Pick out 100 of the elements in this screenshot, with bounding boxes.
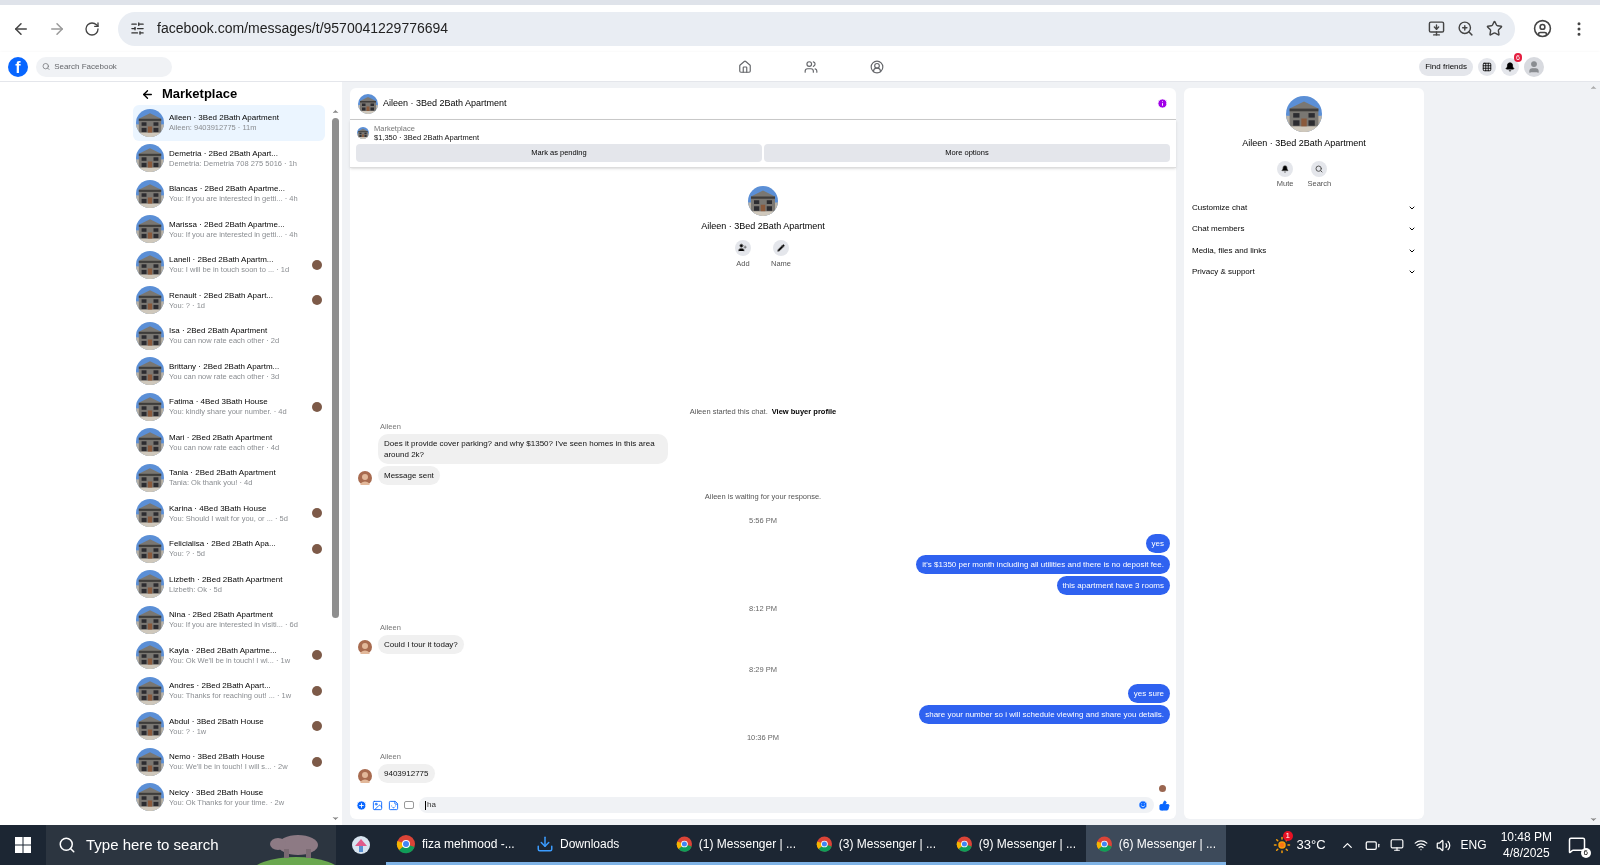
message-field[interactable]: ha xyxy=(419,797,1154,813)
bookmark-icon[interactable] xyxy=(1486,20,1503,37)
taskbar-app[interactable]: Downloads xyxy=(526,825,666,865)
seen-avatar-icon xyxy=(312,543,322,554)
conversation-title: Mari · 2Bed 2Bath Apartment xyxy=(169,431,273,443)
conversation-title: Nemo · 3Bed 2Bath House xyxy=(169,751,265,763)
conversation-title: Fatima · 4Bed 3Bath House xyxy=(169,396,268,408)
volume-icon[interactable] xyxy=(1435,837,1451,853)
pencil-icon xyxy=(777,243,785,252)
details-section[interactable]: Privacy & support xyxy=(1192,261,1416,283)
browser-icon xyxy=(396,833,416,854)
incoming-message: Could I tour it today? xyxy=(378,635,464,655)
browser-icon xyxy=(1096,833,1113,854)
taskbar-search-field[interactable]: Type here to search xyxy=(46,825,336,865)
conversation-title: Neicy · 3Bed 2Bath House xyxy=(169,786,264,798)
search-icon xyxy=(58,836,76,854)
conversation-title: Brittany · 2Bed 2Bath Apartm... xyxy=(169,360,280,372)
seen-avatar-icon xyxy=(312,650,322,661)
back-icon[interactable] xyxy=(141,87,154,101)
browser-icon xyxy=(676,833,693,854)
site-settings-icon[interactable] xyxy=(130,21,145,36)
outgoing-message: this apartment have 3 rooms xyxy=(1056,575,1170,595)
search-input[interactable]: Search Facebook xyxy=(54,60,166,73)
address-bar[interactable]: facebook.com/messages/t/9570041229776694 xyxy=(118,11,1515,46)
conversation-title: Lizbeth · 2Bed 2Bath Apartment xyxy=(169,573,283,585)
zoom-icon[interactable] xyxy=(1457,20,1474,37)
wifi-icon[interactable] xyxy=(1413,838,1428,852)
conversation-title: Renault · 2Bed 2Bath Apart... xyxy=(169,289,274,301)
browser-icon xyxy=(816,833,833,854)
conversation-title: Lanell · 2Bed 2Bath Apartm... xyxy=(169,254,274,266)
taskbar-app[interactable]: (1) Messenger | ... xyxy=(666,825,806,865)
grid-icon xyxy=(1482,61,1492,72)
info-icon[interactable] xyxy=(1157,98,1168,109)
incoming-message: Does it provide cover parking? and why $1350? I've seen homes in this area around 2k? xyxy=(378,434,668,465)
conversation-title: Blancas · 2Bed 2Bath Apartme... xyxy=(169,183,286,195)
profile-icon[interactable] xyxy=(1533,19,1552,38)
url-text: facebook.com/messages/t/9570041229776694 xyxy=(157,19,449,38)
photo-icon[interactable] xyxy=(372,799,383,811)
read-receipt-icon xyxy=(1159,785,1166,792)
sun-icon xyxy=(1272,836,1291,854)
groups-icon[interactable] xyxy=(869,59,884,74)
outgoing-message: yes sure xyxy=(1127,683,1170,703)
add-person-icon xyxy=(738,243,748,252)
notification-center-icon[interactable] xyxy=(1568,836,1586,854)
search-field[interactable]: Search Facebook xyxy=(36,56,172,77)
conversation-title: Aileen · 3Bed 2Bath Apartment xyxy=(169,112,279,124)
search-icon xyxy=(1315,164,1324,173)
friends-icon[interactable] xyxy=(803,59,818,74)
browser-icon xyxy=(956,833,973,854)
seen-avatar-icon xyxy=(312,721,322,732)
language-indicator[interactable]: ENG xyxy=(1460,836,1487,854)
emoji-icon[interactable] xyxy=(1138,800,1148,810)
seen-avatar-icon xyxy=(312,401,322,412)
sticker-icon[interactable] xyxy=(388,799,399,811)
display-icon[interactable] xyxy=(1389,838,1404,852)
conversation-title: Karina · 4Bed 3Bath House xyxy=(169,502,267,514)
sidebar-title: Marketplace xyxy=(162,85,238,104)
menu-button[interactable] xyxy=(1478,57,1496,76)
chat-profile-name: Aileen · 3Bed 2Bath Apartment xyxy=(701,220,825,233)
conversation-title: Felicialisa · 2Bed 2Bath Apa... xyxy=(169,538,276,550)
avatar-icon xyxy=(358,640,372,655)
conversation-title: Demetria · 2Bed 2Bath Apart... xyxy=(169,147,278,159)
incoming-message: 9403912775 xyxy=(378,764,435,783)
reload-icon[interactable] xyxy=(84,20,100,37)
seen-avatar-icon xyxy=(312,685,322,696)
bell-icon xyxy=(1505,61,1515,72)
incoming-message: Message sent xyxy=(378,466,440,486)
gif-icon[interactable] xyxy=(404,801,414,809)
conversation-title: Marissa · 2Bed 2Bath Apartme... xyxy=(169,218,285,230)
plus-icon[interactable] xyxy=(356,799,367,811)
account-avatar[interactable] xyxy=(1524,56,1544,77)
scroll-down-icon[interactable] xyxy=(1588,815,1598,824)
scroll-up-icon[interactable] xyxy=(330,107,340,116)
conversation-title: Nina · 2Bed 2Bath Apartment xyxy=(169,609,274,621)
taskbar-app[interactable]: (6) Messenger | ... xyxy=(1086,825,1226,865)
home-icon[interactable] xyxy=(737,59,752,74)
install-icon[interactable] xyxy=(1428,20,1445,37)
taskbar-app[interactable]: fiza mehmood -... xyxy=(386,825,526,865)
seen-avatar-icon xyxy=(312,756,322,767)
seen-avatar-icon xyxy=(312,508,322,519)
search-icon xyxy=(42,62,51,71)
conversation-title: Kayla · 2Bed 2Bath Apartme... xyxy=(169,644,277,656)
conversation-title: Andres · 2Bed 2Bath Apart... xyxy=(169,680,271,692)
facebook-logo[interactable]: f xyxy=(8,56,28,77)
details-name: Aileen · 3Bed 2Bath Apartment xyxy=(1242,137,1366,150)
outgoing-message: share your number so i will schedule viewing and share you details. xyxy=(919,704,1170,724)
details-section[interactable]: Customize chat xyxy=(1192,196,1416,219)
find-friends-button[interactable]: Find friends xyxy=(1419,57,1473,76)
chat-title: Aileen · 3Bed 2Bath Apartment xyxy=(383,96,507,110)
outgoing-message: it's $1350 per month including all utilities and there is no deposit fee. xyxy=(916,554,1170,574)
details-section[interactable]: Chat members xyxy=(1192,218,1416,240)
clock[interactable]: 10:48 PM 4/8/2025 xyxy=(1500,829,1552,861)
conversation-title: Isa · 2Bed 2Bath Apartment xyxy=(169,325,268,337)
details-section[interactable]: Media, files and links xyxy=(1192,239,1416,262)
taskbar-app[interactable]: (3) Messenger | ... xyxy=(806,825,946,865)
like-icon[interactable] xyxy=(1159,799,1170,811)
scroll-down-icon[interactable] xyxy=(330,814,340,823)
windows-logo-icon xyxy=(15,837,31,853)
seen-avatar-icon xyxy=(312,259,322,270)
avatar-icon xyxy=(358,769,372,783)
